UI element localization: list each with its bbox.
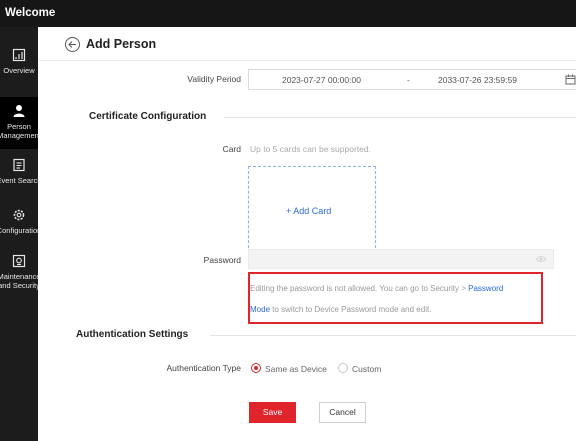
card-label: Card	[222, 144, 241, 154]
authentication-section-title: Authentication Settings	[76, 329, 189, 340]
sidebar-item-label: Configuration	[0, 226, 38, 235]
overview-icon	[12, 48, 26, 62]
sidebar-item-maintenance-security[interactable]: Maintenance and Security	[0, 254, 38, 298]
app-title: Welcome	[5, 7, 56, 19]
section-divider	[224, 117, 576, 118]
password-warning-box: Editing the password is not allowed. You…	[248, 272, 543, 324]
sidebar-item-configuration[interactable]: Configuration	[0, 208, 38, 244]
validity-period-range[interactable]: 2023-07-27 00:00:00 - 2033-07-26 23:59:5…	[248, 69, 576, 90]
sidebar-item-label-line2: Management	[0, 131, 38, 140]
section-divider	[210, 335, 576, 336]
warning-text: Editing the password is not allowed. You…	[250, 284, 469, 293]
password-mode-link[interactable]: Mode	[250, 305, 270, 314]
page-title: Add Person	[86, 37, 157, 51]
person-icon	[13, 105, 25, 117]
top-bar: Welcome	[0, 0, 576, 27]
gear-icon	[13, 209, 25, 221]
back-button[interactable]	[65, 37, 80, 52]
card-hint: Up to 5 cards can be supported.	[250, 144, 371, 154]
main-content: Add Person Validity Period 2023-07-27 00…	[38, 27, 576, 441]
sidebar: Overview Person Management Event Search …	[0, 27, 38, 441]
password-label: Password	[203, 255, 241, 265]
password-warning-line1: Editing the password is not allowed. You…	[250, 284, 503, 293]
sidebar-item-label-line1: Maintenance	[0, 272, 38, 281]
cancel-button[interactable]: Cancel	[319, 402, 366, 423]
password-input	[248, 249, 554, 269]
sidebar-item-person-management[interactable]: Person Management	[0, 97, 38, 149]
sidebar-item-label: Event Search	[0, 176, 38, 185]
validity-separator: -	[407, 75, 410, 85]
add-card-button[interactable]: + Add Card	[248, 166, 376, 258]
sidebar-item-label: Overview	[3, 66, 35, 75]
sidebar-item-overview[interactable]: Overview	[0, 48, 38, 92]
eye-icon	[536, 256, 546, 262]
validity-start: 2023-07-27 00:00:00	[282, 75, 361, 85]
warning-text: to switch to Device Password mode and ed…	[270, 305, 432, 314]
sidebar-item-label-line1: Person	[7, 122, 31, 131]
back-arrow-icon	[68, 41, 76, 48]
maintenance-icon	[12, 254, 26, 268]
radio-custom[interactable]	[338, 363, 348, 373]
radio-label: Same as Device	[265, 364, 327, 374]
validity-end: 2033-07-26 23:59:59	[438, 75, 517, 85]
radio-same-as-device[interactable]	[251, 363, 261, 373]
radio-label: Custom	[352, 364, 382, 374]
password-mode-link[interactable]: Password	[468, 284, 503, 293]
add-card-label: + Add Card	[286, 206, 332, 216]
certificate-section-title: Certificate Configuration	[89, 111, 207, 122]
event-search-icon	[13, 158, 25, 172]
page-header: Add Person	[38, 27, 576, 61]
password-warning-line2: Mode to switch to Device Password mode a…	[250, 305, 431, 314]
sidebar-item-label-line2: and Security	[0, 281, 38, 290]
save-button[interactable]: Save	[249, 402, 296, 423]
calendar-icon[interactable]	[565, 74, 576, 85]
authentication-type-label: Authentication Type	[166, 363, 241, 373]
sidebar-item-event-search[interactable]: Event Search	[0, 158, 38, 194]
validity-period-label: Validity Period	[187, 74, 241, 84]
